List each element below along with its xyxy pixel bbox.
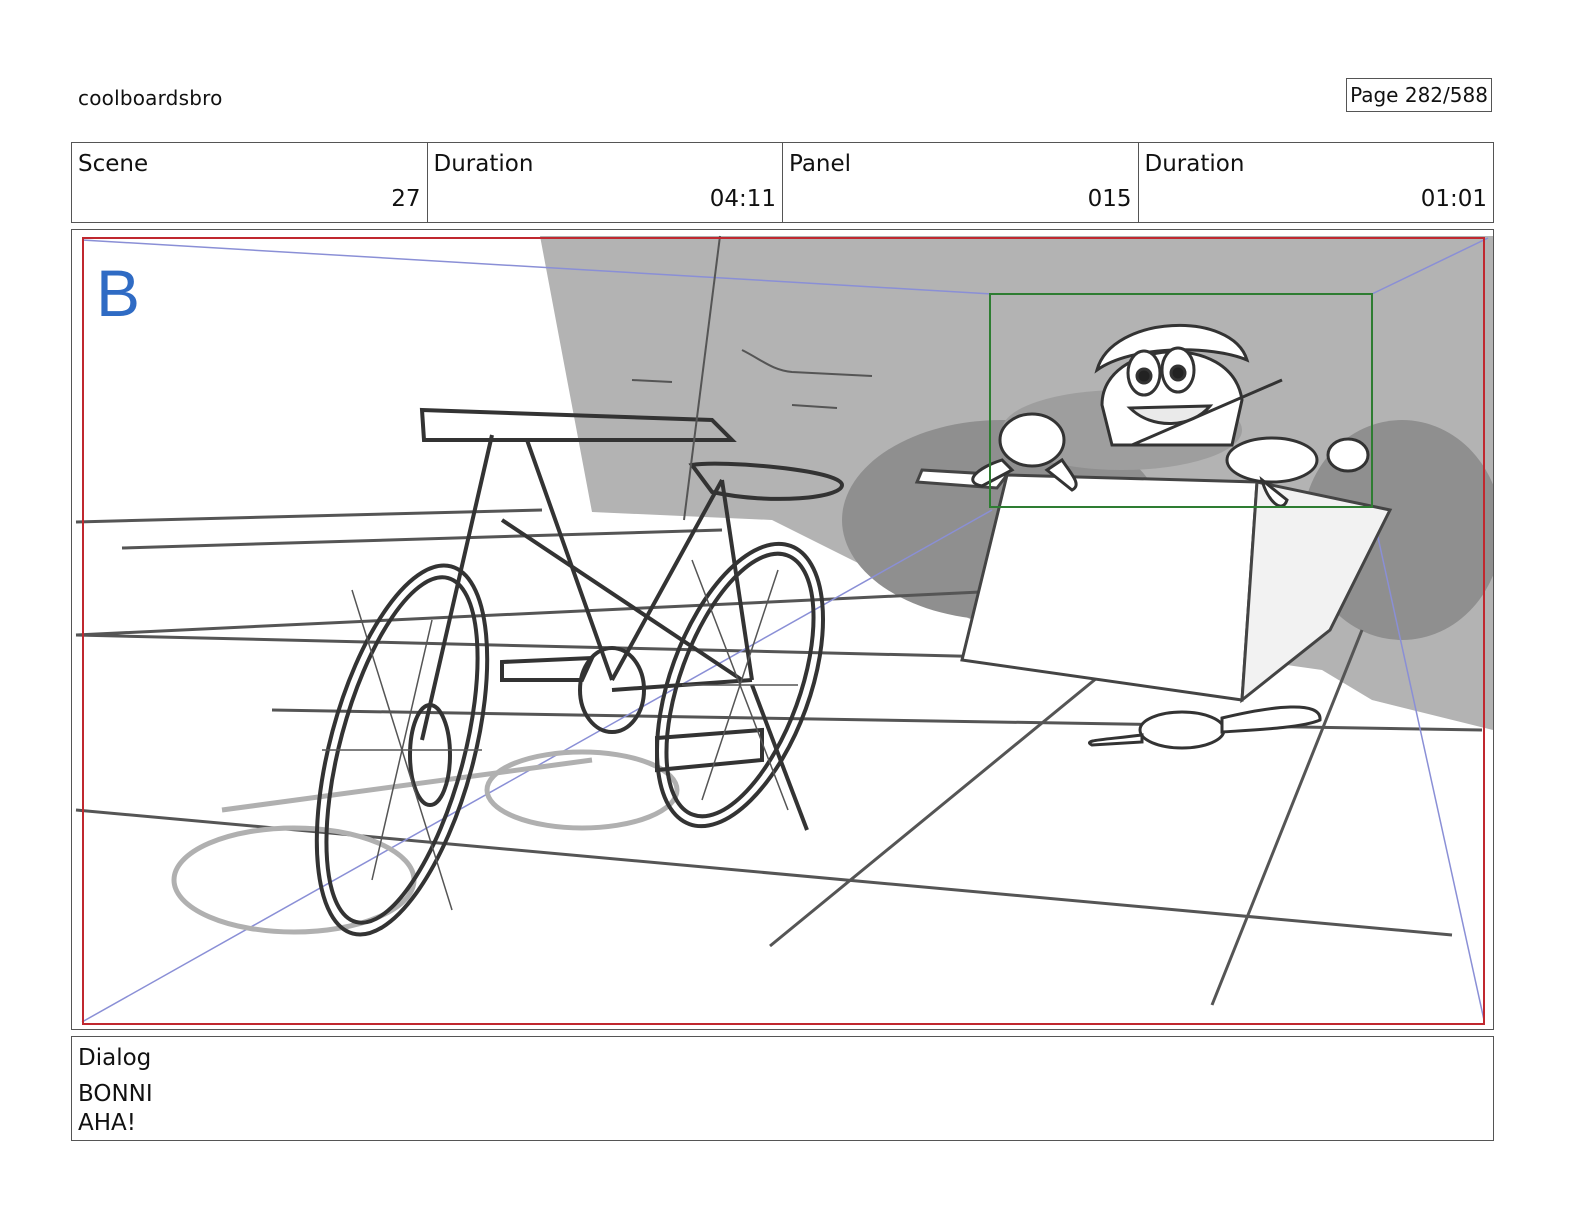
scene-cell: Scene 27 (72, 143, 428, 222)
storyboard-panel: B (71, 229, 1494, 1030)
scene-duration-label: Duration (433, 151, 534, 177)
panel-duration-cell: Duration 01:01 (1139, 143, 1494, 222)
panel-value: 015 (1087, 186, 1132, 212)
panel-drawing (75, 235, 1493, 1025)
project-title: coolboardsbro (78, 86, 223, 110)
dialog-label: Dialog (78, 1045, 152, 1071)
dialog-box: Dialog BONNI AHA! (71, 1036, 1494, 1141)
stuffed-toy-floor (1088, 705, 1322, 750)
scene-info-table: Scene 27 Duration 04:11 Panel 015 Durati… (71, 142, 1494, 223)
scene-value: 27 (391, 186, 421, 212)
scene-duration-value: 04:11 (709, 186, 776, 212)
dialog-speaker: BONNI (78, 1081, 153, 1107)
page-indicator: Page 282/588 (1346, 78, 1492, 112)
scene-label: Scene (78, 151, 149, 177)
scene-duration-cell: Duration 04:11 (428, 143, 783, 222)
panel-duration-label: Duration (1144, 151, 1245, 177)
dialog-text: AHA! (78, 1110, 136, 1136)
panel-label: Panel (789, 151, 852, 177)
panel-duration-value: 01:01 (1420, 186, 1487, 212)
panel-cell: Panel 015 (783, 143, 1139, 222)
panel-marker-letter: B (96, 256, 141, 330)
